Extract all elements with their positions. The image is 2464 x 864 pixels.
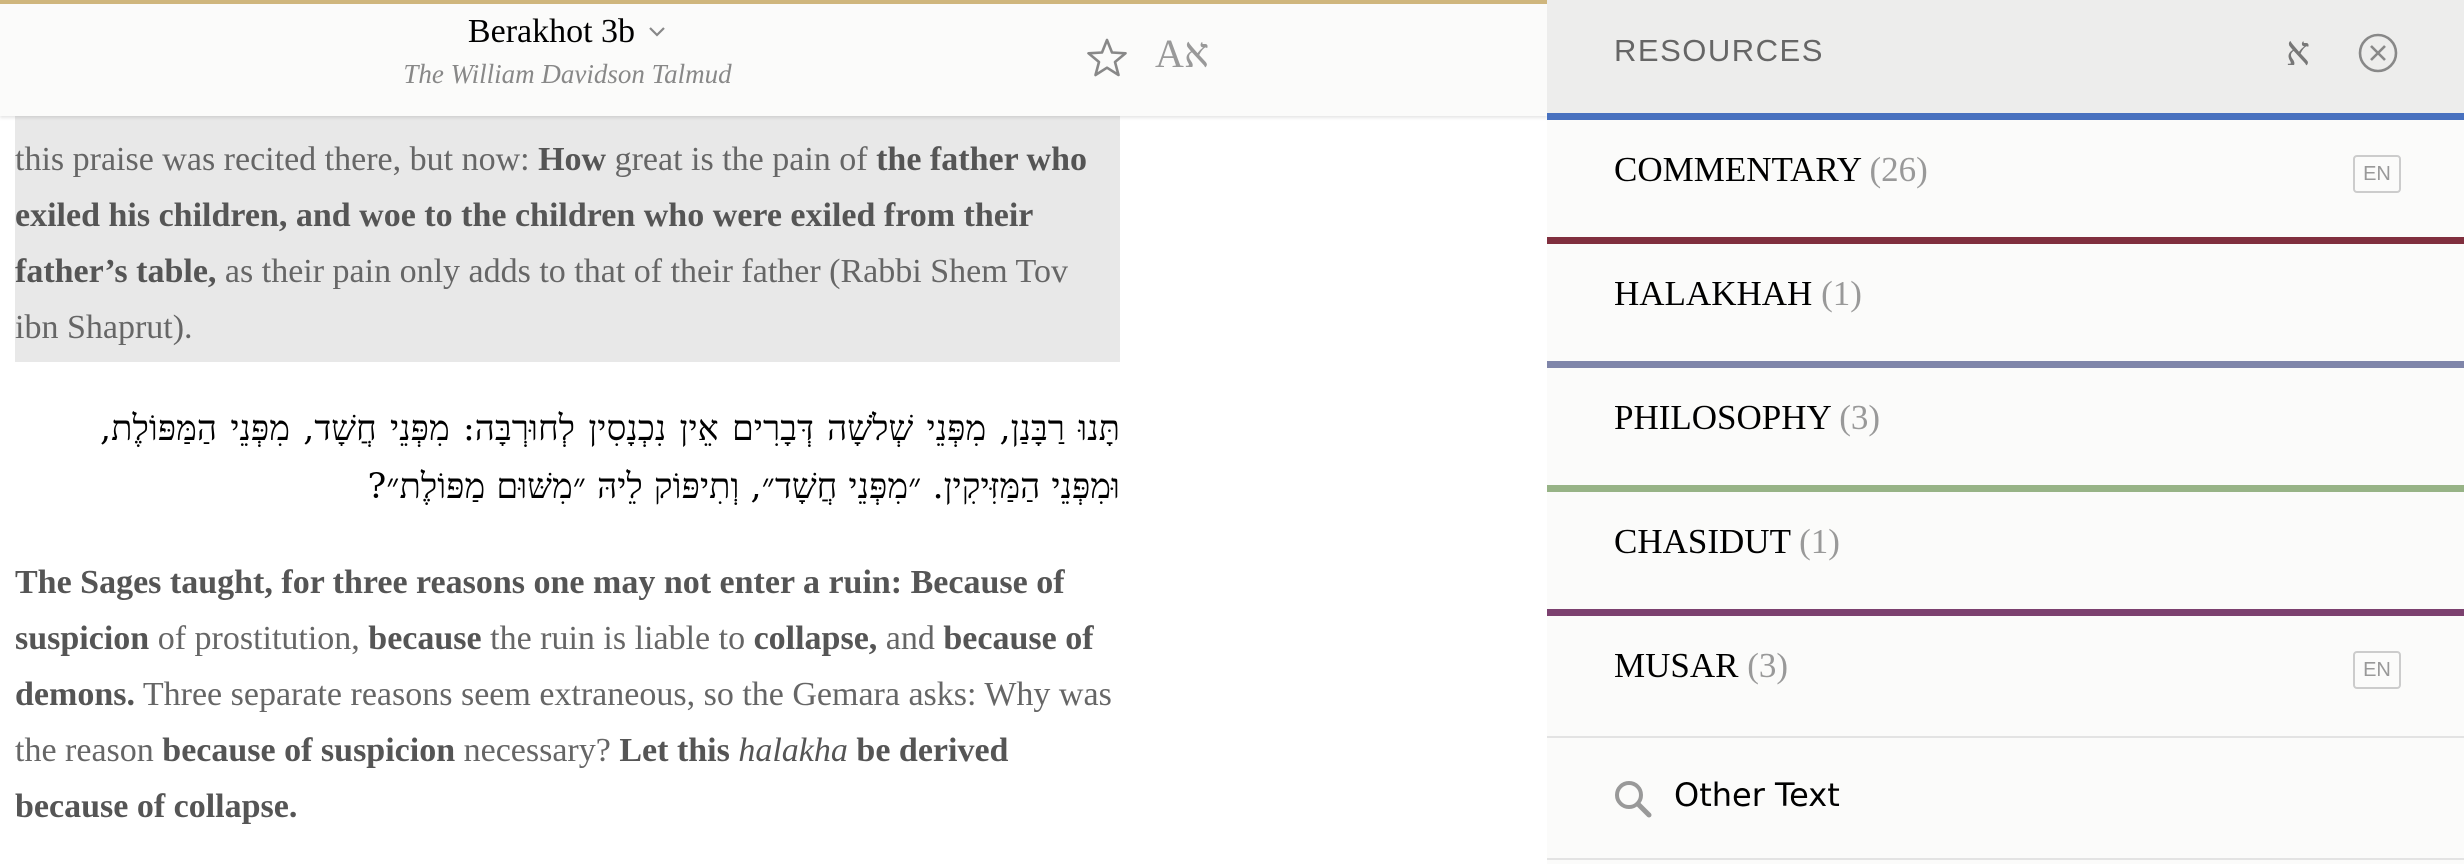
category-commentary[interactable]: COMMENTARY (26) EN [1547,113,2464,237]
highlighted-segment[interactable]: this praise was recited there, but now: … [15,132,1115,356]
category-label: PHILOSOPHY (3) [1614,398,1880,438]
search-icon [1615,781,1652,818]
category-label: HALAKHAH (1) [1614,274,1862,314]
resources-title: RESOURCES [1614,33,1824,68]
language-badge[interactable]: EN [2353,651,2401,689]
category-name: MUSAR [1614,646,1739,685]
book-title: Berakhot 3b [467,13,636,50]
segment-text-run: this praise was recited there, but now: [15,141,539,178]
book-title-button[interactable]: Berakhot 3b [468,10,667,54]
category-count: (3) [1839,398,1881,437]
reader-pane: this praise was recited there, but now: … [0,0,1547,864]
segment-text-run: great is the pain of [606,141,877,178]
segment-text-run: How [538,141,607,178]
segment-text-run: collapse, [753,620,878,657]
category-count: (26) [1869,150,1928,189]
font-latin-glyph: A [1155,31,1184,76]
category-label: CHASIDUT (1) [1614,522,1840,562]
category-label: COMMENTARY (26) [1614,150,1928,190]
segment-text-run: because [368,620,482,657]
font-size-icon[interactable]: Aא [1155,26,1209,82]
category-count: (3) [1747,646,1789,685]
chevron-down-icon [649,27,665,37]
segment-text-run: and [877,620,944,657]
language-badge[interactable]: EN [2353,155,2401,193]
segment-text-run: the ruin is liable to [481,620,754,657]
resources-header: RESOURCES א [1547,0,2464,116]
category-count: (1) [1799,522,1840,561]
segment-text-run: halakha [738,732,848,769]
star-icon[interactable] [1085,36,1129,80]
book-subtitle: The William Davidson Talmud [403,59,732,89]
category-musar[interactable]: MUSAR (3) EN [1547,609,2464,733]
category-name: COMMENTARY [1614,150,1861,189]
segment-text-run: because of suspicion [162,732,456,769]
font-hebrew-glyph: א [1183,31,1210,77]
title-block: Berakhot 3b The William Davidson Talmud [300,10,835,92]
category-philosophy[interactable]: PHILOSOPHY (3) [1547,361,2464,485]
english-segment[interactable]: The Sages taught, for three reasons one … [15,555,1125,835]
other-text-label: Other Text [1674,776,1840,814]
category-halakhah[interactable]: HALAKHAH (1) [1547,237,2464,361]
segment-text-run: Let this [619,732,739,769]
category-count: (1) [1821,274,1862,313]
reader-header: Berakhot 3b The William Davidson Talmud … [0,0,1547,116]
close-circle-icon[interactable] [2357,32,2399,74]
other-text-button[interactable]: Other Text [1547,736,2464,860]
category-name: HALAKHAH [1614,274,1813,313]
category-label: MUSAR (3) [1614,646,1788,686]
hebrew-language-icon[interactable]: א [2286,28,2310,75]
category-name: CHASIDUT [1614,522,1791,561]
segment-text-run: necessary? [455,732,620,769]
resources-panel: RESOURCES א COMMENTARY (26) EN HALAKHAH (1… [1547,0,2464,864]
segment-text-run: of prostitution, [149,620,369,657]
hebrew-segment[interactable]: תָּנוּ רַבָּנַן, מִפְּנֵי שְׁלֹשָׁה דְּב… [100,400,1120,516]
category-chasidut[interactable]: CHASIDUT (1) [1547,485,2464,609]
category-name: PHILOSOPHY [1614,398,1831,437]
